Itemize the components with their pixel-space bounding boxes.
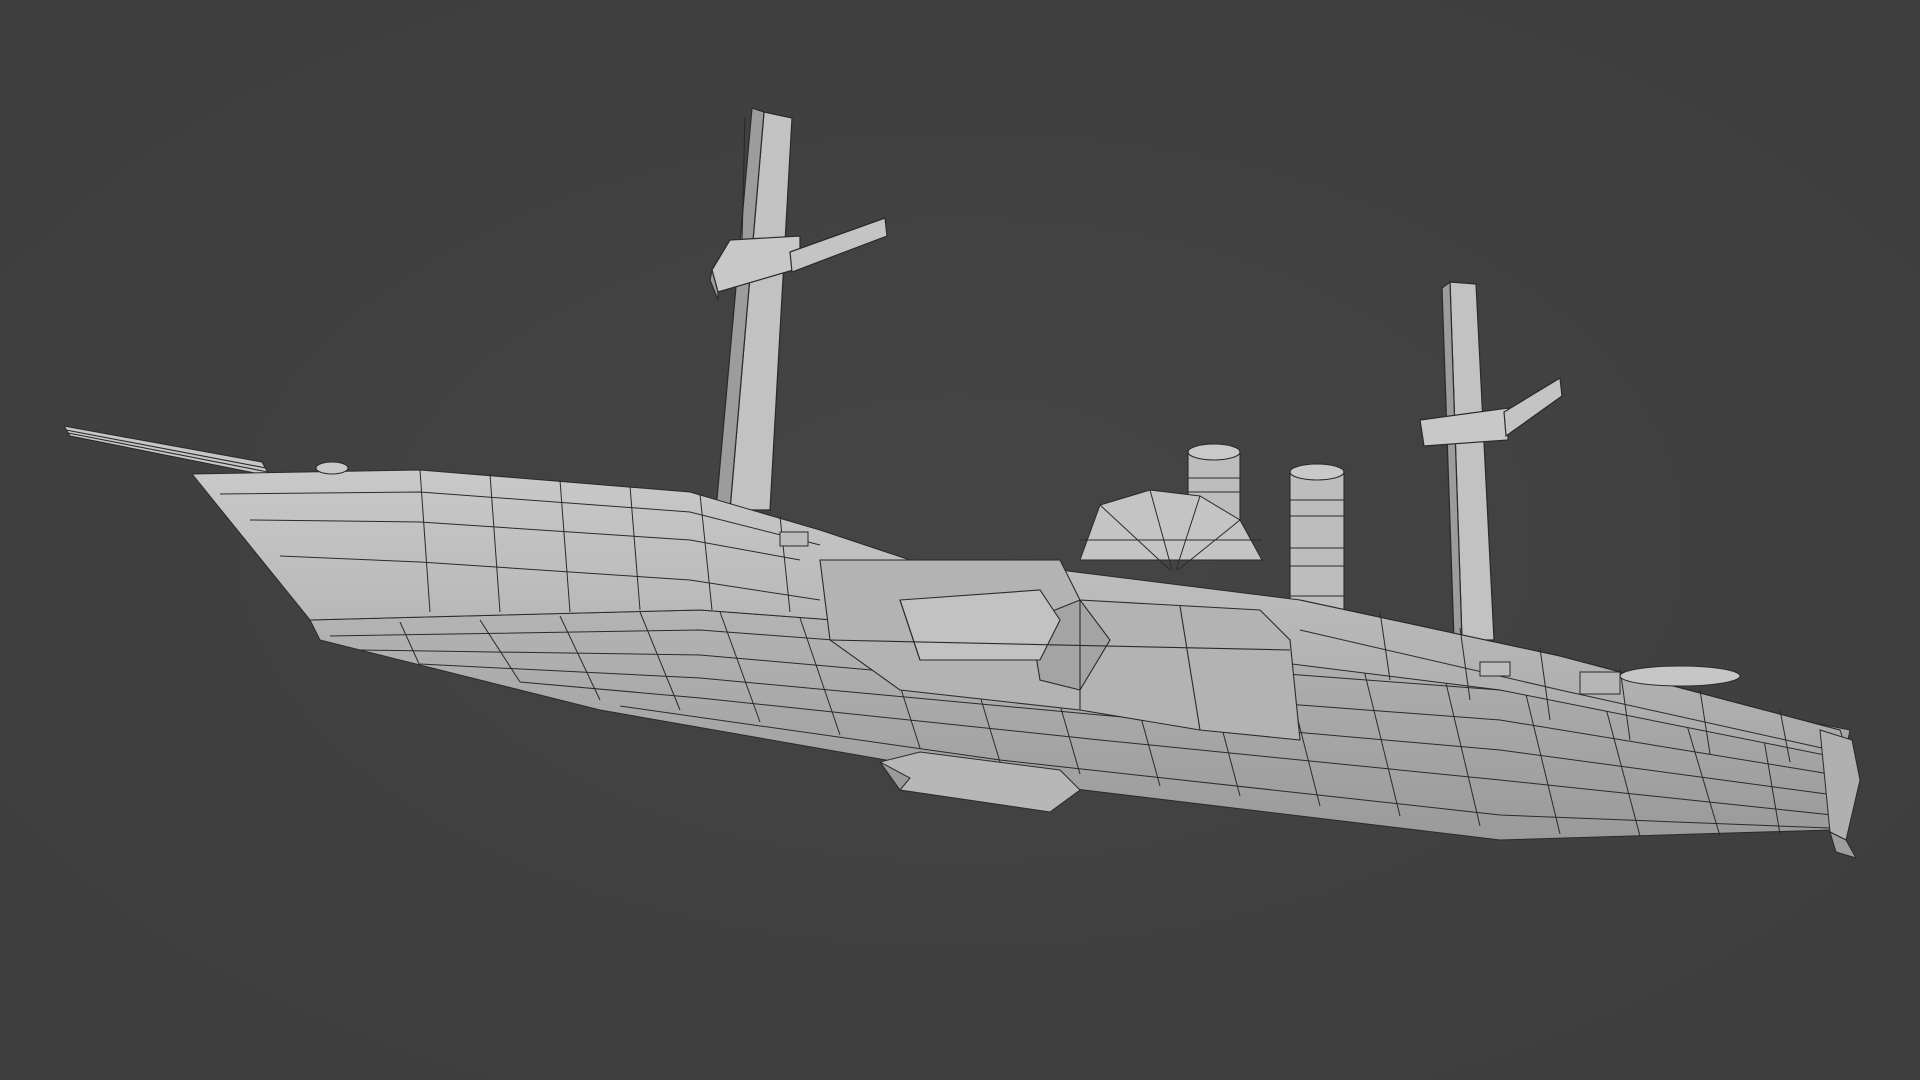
rear-mast[interactable] [1419,280,1563,641]
bowsprit[interactable] [62,425,272,477]
front-mast[interactable] [709,107,888,511]
ship-model[interactable] [0,0,1920,1080]
3d-viewport[interactable] [0,0,1920,1080]
stern[interactable] [1819,729,1861,859]
